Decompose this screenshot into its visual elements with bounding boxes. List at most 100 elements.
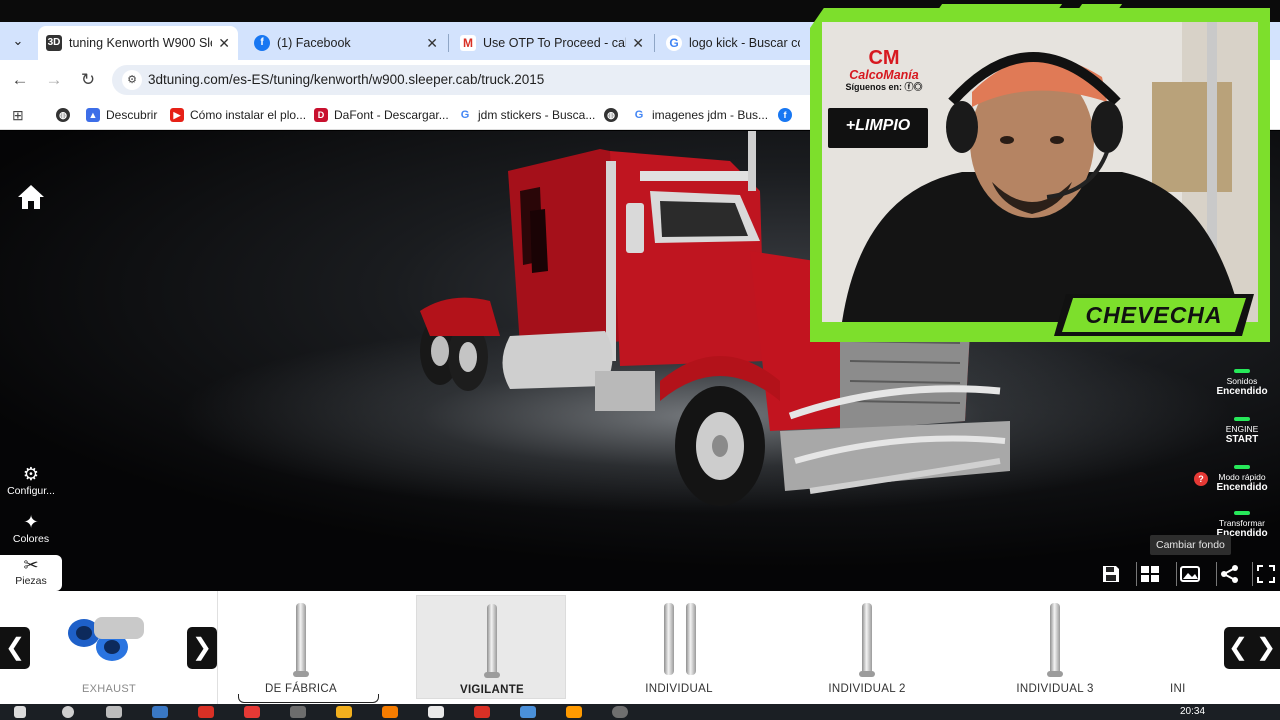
status-led (1234, 369, 1250, 373)
app-icon[interactable] (290, 706, 306, 718)
webcam-overlay: CM CalcoManía Síguenos en: ⓕ◎ +LIMPIO CH… (800, 0, 1280, 345)
search-icon[interactable] (62, 706, 74, 718)
toggle-label: Sonidos (1226, 376, 1258, 386)
part-option-de-fabrica[interactable]: DE FÁBRICA (226, 595, 376, 699)
tab-google[interactable]: G logo kick - Buscar con G (658, 26, 808, 60)
selection-underline (238, 694, 379, 703)
app-icon[interactable] (382, 706, 398, 718)
stack-base (1047, 671, 1063, 677)
stack-base (859, 671, 875, 677)
tab-title: (1) Facebook (277, 36, 351, 50)
youtube-icon: ▶ (170, 108, 184, 122)
tab-divider (448, 34, 449, 52)
globe-icon: ◍ (604, 108, 618, 122)
toggle-modo-rapido[interactable]: Modo rápido Encendido (1212, 465, 1272, 493)
part-option-partial[interactable]: INI (1140, 595, 1220, 699)
chevron-right-icon[interactable]: ❯ (1252, 627, 1280, 669)
taskbar-clock: 20:34 (1180, 706, 1206, 717)
part-option-individual-2[interactable]: INDIVIDUAL 2 (792, 595, 942, 699)
bookmark-label: jdm stickers - Busca... (478, 108, 596, 122)
bookmark-facebook[interactable]: f (778, 107, 798, 123)
google-icon: G (666, 35, 682, 51)
tab-search-chevron-icon[interactable]: ⌄ (6, 30, 30, 52)
sponsor-logo: +LIMPIO (828, 108, 928, 148)
tab-gmail[interactable]: M Use OTP To Proceed - calco ✕ (452, 26, 652, 60)
bookmark-dafont[interactable]: D DaFont - Descargar... (314, 107, 449, 123)
google-icon: G (632, 108, 646, 122)
apps-grid-icon[interactable]: ⊞ (12, 107, 24, 123)
toggle-engine-start[interactable]: ENGINE START (1212, 417, 1272, 445)
save-icon[interactable] (1098, 562, 1124, 586)
exhaust-stack-image (686, 603, 696, 675)
facebook-icon: f (254, 35, 270, 51)
home-button[interactable] (8, 177, 54, 217)
close-icon[interactable]: ✕ (426, 35, 438, 52)
bookmark-imagenes-jdm[interactable]: Gimagenes jdm - Bus... (632, 107, 768, 123)
site-info-icon[interactable]: ⚙ (122, 70, 142, 90)
help-badge[interactable]: ? (1194, 472, 1208, 486)
toggle-label: Transformar (1219, 518, 1265, 528)
chrome-icon[interactable] (474, 706, 490, 718)
status-led (1234, 417, 1250, 421)
paint-icon: ✦ (23, 512, 39, 532)
category-exhaust[interactable]: ❮ ❯ EXHAUST (0, 591, 218, 704)
logo-initials: CM (868, 47, 900, 69)
part-option-individual[interactable]: INDIVIDUAL (604, 595, 754, 699)
illustrator-icon[interactable] (566, 706, 582, 718)
app-icon[interactable] (244, 706, 260, 718)
tab-divider (654, 34, 655, 52)
category-label: EXHAUST (81, 683, 137, 695)
windows-start-icon[interactable] (14, 706, 26, 718)
chevron-left-icon[interactable]: ❮ (0, 627, 30, 669)
share-icon[interactable] (1216, 562, 1242, 586)
bookmark-jdm-stickers[interactable]: Gjdm stickers - Busca... (458, 107, 595, 123)
bookmark-label: Cómo instalar el plo... (190, 108, 307, 122)
gmail-icon: M (460, 35, 476, 51)
bookmark-globe[interactable]: ◍ (56, 107, 76, 123)
part-option-vigilante[interactable]: VIGILANTE (416, 595, 566, 699)
chrome-icon[interactable] (198, 706, 214, 718)
os-taskbar: 20:34 (0, 704, 1280, 720)
toggle-state: Encendido (1216, 482, 1268, 493)
background-icon[interactable] (1176, 562, 1202, 586)
close-icon[interactable]: ✕ (218, 35, 230, 52)
globe-icon: ◍ (56, 108, 70, 122)
forward-arrow-icon[interactable]: → (42, 68, 66, 92)
bookmark-globe-2[interactable]: ◍ (604, 107, 624, 123)
chevron-left-icon[interactable]: ❮ (1224, 627, 1252, 669)
calcomania-logo: CM CalcoManía Síguenos en: ⓕ◎ (834, 48, 934, 100)
toggle-label: ENGINE (1225, 424, 1259, 434)
fullscreen-icon[interactable] (1252, 562, 1278, 586)
google-icon: G (458, 108, 472, 122)
bookmark-descubrir[interactable]: ▲ Descubrir (86, 107, 157, 123)
sidebar-item-colores[interactable]: ✦ Colores (0, 511, 62, 551)
exhaust-stack-image (862, 603, 872, 675)
sidebar-item-label: Configur... (7, 485, 55, 497)
tab-facebook[interactable]: f (1) Facebook ✕ (246, 26, 446, 60)
facebook-icon: ⓕ (904, 82, 914, 92)
bookmark-youtube[interactable]: ▶ Cómo instalar el plo... (170, 107, 306, 123)
streamer-name: CHEVECHA (1062, 298, 1246, 332)
stack-base (293, 671, 309, 677)
bookmark-label: DaFont - Descargar... (334, 108, 449, 122)
gallery-icon[interactable] (1136, 562, 1162, 586)
sidebar-item-configurar[interactable]: ⚙ Configur... (0, 463, 62, 503)
back-arrow-icon[interactable]: ← (8, 68, 32, 92)
exhaust-stack-image (1050, 603, 1060, 675)
app-icon[interactable] (520, 706, 536, 718)
sidebar-item-piezas[interactable]: ✂ Piezas (0, 555, 62, 591)
app-icon[interactable] (152, 706, 168, 718)
app-icon[interactable] (612, 706, 628, 718)
part-option-individual-3[interactable]: INDIVIDUAL 3 (980, 595, 1130, 699)
logo-follow-text: Síguenos en: (845, 82, 902, 92)
task-view-icon[interactable] (106, 706, 122, 718)
bookmark-label: imagenes jdm - Bus... (652, 108, 769, 122)
close-icon[interactable]: ✕ (632, 35, 644, 52)
tab-3dtuning[interactable]: 3D tuning Kenworth W900 Slee ✕ (38, 26, 238, 60)
folder-icon[interactable] (336, 706, 352, 718)
app-icon[interactable] (428, 706, 444, 718)
reload-icon[interactable]: ↻ (76, 68, 100, 92)
toggle-sonidos[interactable]: Sonidos Encendido (1212, 369, 1272, 397)
tab-title: tuning Kenworth W900 Slee (69, 36, 213, 50)
chevron-right-icon[interactable]: ❯ (187, 627, 217, 669)
